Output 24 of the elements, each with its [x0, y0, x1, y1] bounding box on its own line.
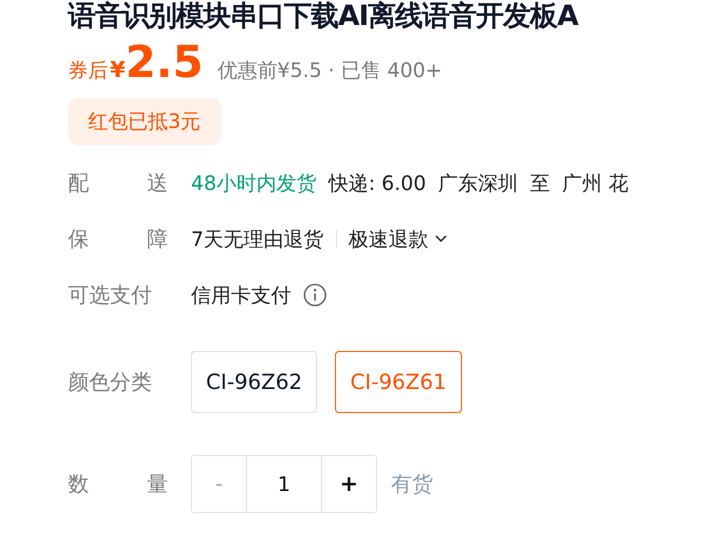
shipping-time: 48小时内发货: [191, 170, 316, 196]
origin-location: 广东深圳: [438, 170, 518, 196]
field-label: 可选支付: [68, 282, 153, 309]
payment-method: 信用卡支付: [191, 282, 291, 308]
shipping-fee: 快递: 6.00: [328, 170, 426, 196]
destination-location[interactable]: 广州 花: [562, 170, 628, 196]
price: 2.5: [125, 38, 204, 88]
field-label: 颜色分类: [68, 369, 153, 396]
variant-option[interactable]: CI-96Z62: [191, 351, 318, 413]
field-label: 数量: [68, 471, 168, 498]
guarantee-item: 7天无理由退货: [191, 226, 324, 252]
field-label: 保障: [68, 226, 168, 253]
original-price: 优惠前¥5.5 · 已售 400+: [217, 57, 442, 84]
info-icon[interactable]: [303, 283, 327, 307]
product-title: 语音识别模块串口下载AI离线语音开发板A: [68, 0, 580, 32]
coupon-badge: 红包已抵3元: [68, 98, 221, 145]
currency-sign: ¥: [110, 58, 126, 83]
price-prefix: 券后: [68, 57, 108, 84]
stock-status: 有货: [391, 471, 433, 498]
to-word: 至: [530, 170, 550, 196]
quantity-stepper[interactable]: - 1 +: [191, 455, 377, 513]
chevron-down-icon: [434, 235, 447, 243]
guarantee-dropdown[interactable]: 极速退款: [348, 226, 447, 252]
field-label: 配送: [68, 170, 168, 197]
